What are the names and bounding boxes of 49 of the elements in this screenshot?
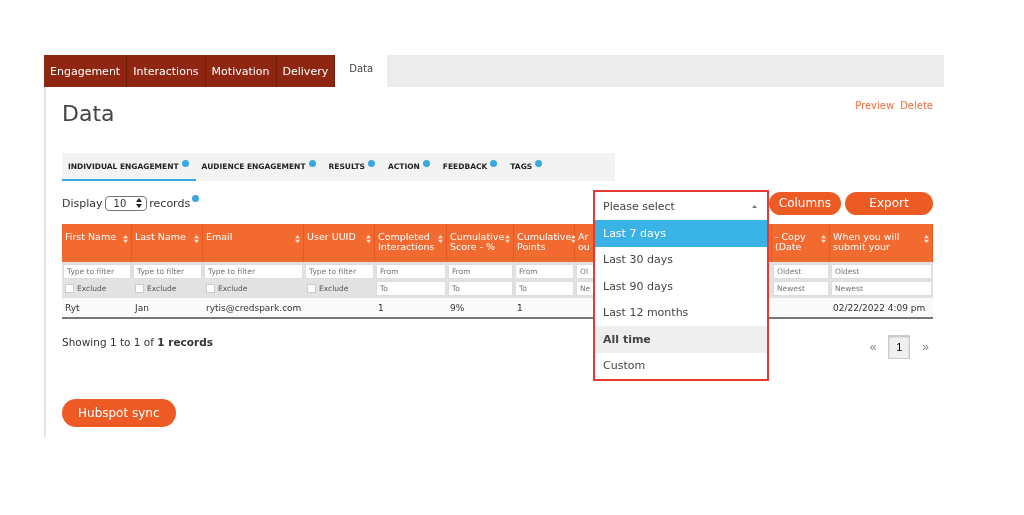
dropdown-option[interactable]: Last 90 days — [595, 273, 767, 300]
sort-icon[interactable] — [571, 235, 577, 243]
dropdown-option[interactable]: Last 30 days — [595, 246, 767, 273]
sort-icon[interactable] — [295, 235, 300, 243]
sort-icon[interactable] — [924, 235, 929, 243]
page-tab[interactable]: Delivery — [276, 55, 336, 87]
page-title: Data — [62, 101, 115, 126]
exclude-checkbox[interactable] — [307, 284, 316, 293]
sort-icon[interactable] — [123, 235, 128, 243]
page-tab[interactable]: Data — [335, 55, 388, 87]
table-cell: 1 — [375, 298, 447, 319]
sort-icon[interactable] — [366, 235, 371, 243]
page-tab[interactable]: Interactions — [127, 55, 206, 87]
records-summary: Showing 1 to 1 of 1 records — [62, 336, 213, 348]
exclude-checkbox[interactable] — [135, 284, 144, 293]
help-icon — [308, 159, 316, 167]
page-tab[interactable]: Engagement — [44, 55, 128, 87]
sort-icon[interactable] — [194, 235, 199, 243]
table-cell: rytis@credspark.com — [203, 298, 304, 319]
help-icon — [192, 194, 200, 202]
exclude-checkbox[interactable] — [206, 284, 215, 293]
table-cell: Jan — [132, 298, 203, 319]
dropdown-placeholder: Please select — [603, 199, 675, 213]
table-cell: 9% — [447, 298, 514, 319]
page-button[interactable]: 1 — [888, 335, 911, 359]
sort-icon[interactable] — [438, 235, 443, 243]
help-icon — [181, 159, 189, 167]
dropdown-option[interactable]: Last 12 months — [595, 299, 767, 326]
help-icon — [368, 159, 375, 167]
exclude-checkbox[interactable] — [65, 284, 74, 293]
caret-icon — [752, 204, 757, 208]
help-icon — [422, 159, 430, 167]
table-cell: 02/22/2022 4:09 pm — [830, 298, 933, 319]
records-label: records — [149, 196, 191, 210]
page-tab[interactable]: Motivation — [205, 55, 277, 87]
previous-page-button[interactable]: « — [863, 339, 883, 355]
dropdown-option[interactable]: All time — [595, 326, 767, 353]
display-label: Display — [62, 196, 103, 210]
table-cell: 1 — [514, 298, 575, 319]
help-icon — [490, 159, 498, 167]
records-select[interactable]: 10 — [104, 195, 148, 211]
sort-icon[interactable] — [821, 235, 826, 243]
date-range-dropdown[interactable]: Please select Last 7 days Last 30 days Last 90 days Last 12 months All time Custom — [593, 190, 769, 381]
help-icon — [535, 159, 543, 167]
sort-icon[interactable] — [505, 235, 510, 243]
dropdown-option[interactable]: Custom — [595, 352, 767, 379]
table-cell: Ryt — [62, 298, 132, 319]
next-page-button[interactable]: » — [916, 339, 935, 355]
spinner-icon — [136, 198, 143, 208]
